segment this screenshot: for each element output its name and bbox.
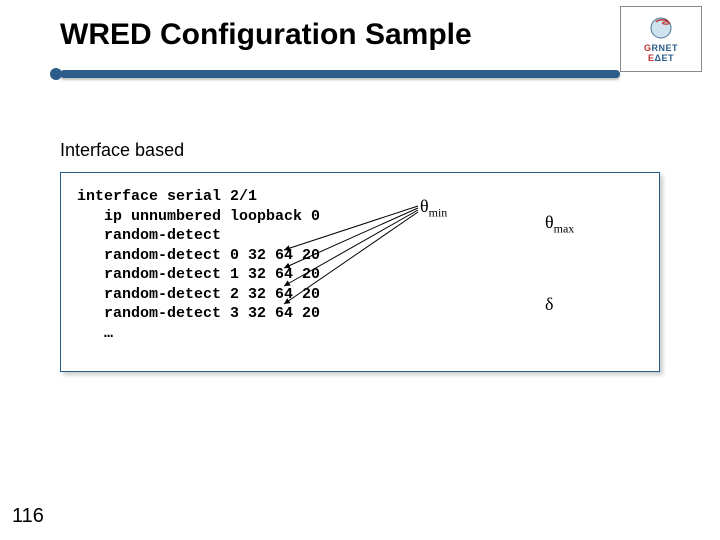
globe-icon — [646, 15, 676, 43]
page-number: 116 — [12, 505, 44, 528]
annotation-theta-max: θmax — [545, 212, 574, 237]
logo-text-bottom: EΔET — [648, 53, 674, 63]
annotation-theta-min: θmin — [420, 196, 447, 221]
logo-text-top: GRNET — [644, 43, 678, 53]
config-code-box: interface serial 2/1 ip unnumbered loopb… — [60, 172, 660, 372]
title-underline — [60, 70, 620, 88]
annotation-delta: δ — [545, 294, 553, 315]
logo-grnet: GRNET EΔET — [620, 6, 702, 72]
section-subtitle: Interface based — [60, 140, 184, 161]
slide-header: WRED Configuration Sample GRNET EΔET — [0, 0, 720, 108]
